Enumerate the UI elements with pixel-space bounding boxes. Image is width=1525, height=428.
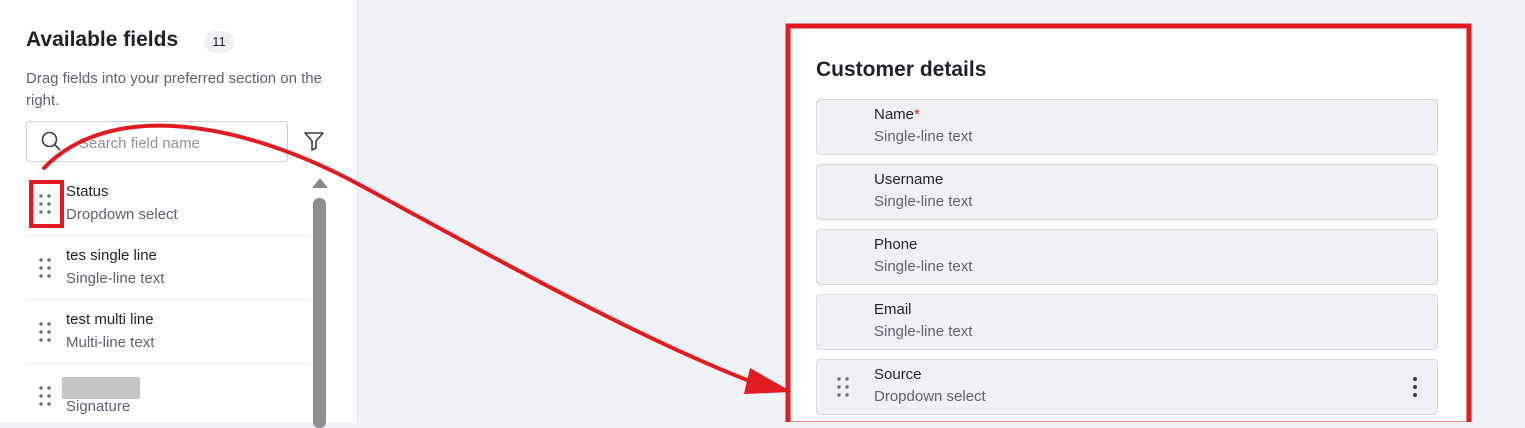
row-name: Email	[874, 301, 912, 318]
more-vertical-icon[interactable]	[1407, 376, 1423, 398]
detail-row-source[interactable]: Source Dropdown select	[816, 359, 1438, 415]
row-type: Dropdown select	[874, 388, 986, 405]
row-name: Name	[874, 106, 915, 123]
field-item-signature[interactable]: Signature	[26, 364, 308, 422]
search-icon	[41, 131, 61, 151]
field-name: test multi line	[66, 311, 154, 328]
field-list: Status Dropdown select tes single line S…	[26, 172, 308, 422]
detail-row-phone[interactable]: Phone Single-line text	[816, 229, 1438, 285]
field-type: Multi-line text	[66, 334, 155, 351]
field-type: Dropdown select	[66, 206, 178, 223]
required-marker: *	[914, 106, 920, 123]
search-input[interactable]	[77, 130, 281, 156]
field-item-tes-single-line[interactable]: tes single line Single-line text	[26, 236, 308, 300]
row-name: Source	[874, 366, 922, 383]
drag-handle-icon[interactable]	[836, 376, 850, 398]
search-box[interactable]	[26, 121, 288, 162]
field-name: Status	[66, 183, 109, 200]
scroll-up-arrow[interactable]	[312, 178, 328, 188]
detail-row-name[interactable]: Name* Single-line text	[816, 99, 1438, 155]
field-type: Signature	[66, 398, 131, 415]
row-name: Username	[874, 171, 944, 188]
filter-icon[interactable]	[302, 129, 326, 153]
row-name: Phone	[874, 236, 918, 253]
drag-handle-icon[interactable]	[38, 321, 52, 343]
row-type: Single-line text	[874, 323, 973, 340]
drag-handle-icon[interactable]	[38, 257, 52, 279]
row-type: Single-line text	[874, 193, 973, 210]
panel-title: Available fields	[26, 28, 179, 51]
drag-handle-icon[interactable]	[38, 385, 52, 407]
field-count-badge: 11	[204, 31, 234, 53]
redacted-field-name	[62, 377, 140, 399]
detail-row-email[interactable]: Email Single-line text	[816, 294, 1438, 350]
scrollbar-thumb[interactable]	[313, 198, 326, 428]
drag-handle-icon[interactable]	[38, 193, 52, 215]
available-fields-panel: Available fields 11 Drag fields into you…	[0, 0, 358, 428]
field-name: tes single line	[66, 247, 157, 264]
field-type: Single-line text	[66, 270, 165, 287]
field-item-status[interactable]: Status Dropdown select	[26, 172, 308, 236]
customer-details-section: Customer details Name* Single-line text …	[790, 28, 1468, 422]
section-title: Customer details	[816, 58, 987, 81]
arrow-head	[744, 368, 792, 394]
field-item-test-multi-line[interactable]: test multi line Multi-line text	[26, 300, 308, 364]
row-type: Single-line text	[874, 258, 973, 275]
row-name-wrapper: Name*	[874, 106, 920, 123]
panel-description: Drag fields into your preferred section …	[26, 70, 322, 109]
row-type: Single-line text	[874, 128, 973, 145]
detail-row-username[interactable]: Username Single-line text	[816, 164, 1438, 220]
